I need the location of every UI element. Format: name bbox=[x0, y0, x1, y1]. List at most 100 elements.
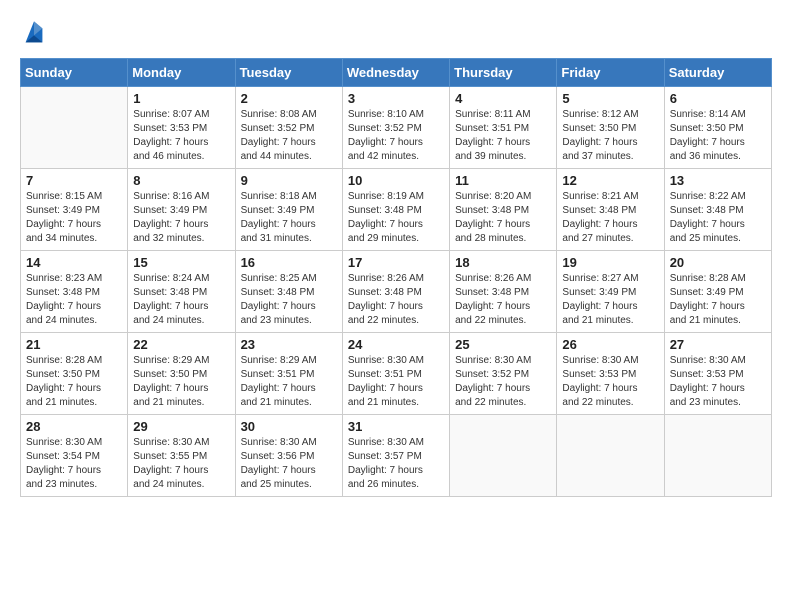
day-info: Sunrise: 8:16 AM Sunset: 3:49 PM Dayligh… bbox=[133, 190, 229, 246]
calendar-week-row: 7 Sunrise: 8:15 AM Sunset: 3:49 PM Daylig… bbox=[21, 169, 772, 251]
day-info: Sunrise: 8:22 AM Sunset: 3:48 PM Dayligh… bbox=[670, 190, 766, 246]
day-number: 7 bbox=[26, 173, 122, 188]
day-info: Sunrise: 8:30 AM Sunset: 3:52 PM Dayligh… bbox=[455, 354, 551, 410]
day-info: Sunrise: 8:30 AM Sunset: 3:51 PM Dayligh… bbox=[348, 354, 444, 410]
calendar-cell: 30Sunrise: 8:30 AM Sunset: 3:56 PM Dayli… bbox=[235, 415, 342, 497]
day-info: Sunrise: 8:30 AM Sunset: 3:57 PM Dayligh… bbox=[348, 436, 444, 492]
calendar-header-saturday: Saturday bbox=[664, 59, 771, 87]
calendar-cell: 8 Sunrise: 8:16 AM Sunset: 3:49 PM Daylig… bbox=[128, 169, 235, 251]
calendar-week-row: 14 Sunrise: 8:23 AM Sunset: 3:48 PM Dayli… bbox=[21, 251, 772, 333]
calendar-cell: 21 Sunrise: 8:28 AM Sunset: 3:50 PM Dayli… bbox=[21, 333, 128, 415]
calendar-cell bbox=[450, 415, 557, 497]
day-number: 1 bbox=[133, 91, 229, 106]
day-number: 2 bbox=[241, 91, 337, 106]
day-info: Sunrise: 8:26 AM Sunset: 3:48 PM Dayligh… bbox=[455, 272, 551, 328]
day-info: Sunrise: 8:30 AM Sunset: 3:55 PM Dayligh… bbox=[133, 436, 229, 492]
day-info: Sunrise: 8:26 AM Sunset: 3:48 PM Dayligh… bbox=[348, 272, 444, 328]
calendar-header-row: SundayMondayTuesdayWednesdayThursdayFrid… bbox=[21, 59, 772, 87]
logo-icon bbox=[20, 20, 48, 48]
day-number: 8 bbox=[133, 173, 229, 188]
day-info: Sunrise: 8:21 AM Sunset: 3:48 PM Dayligh… bbox=[562, 190, 658, 246]
day-number: 31 bbox=[348, 419, 444, 434]
day-info: Sunrise: 8:30 AM Sunset: 3:53 PM Dayligh… bbox=[670, 354, 766, 410]
day-number: 29 bbox=[133, 419, 229, 434]
day-number: 22 bbox=[133, 337, 229, 352]
calendar-cell: 15 Sunrise: 8:24 AM Sunset: 3:48 PM Dayli… bbox=[128, 251, 235, 333]
day-number: 6 bbox=[670, 91, 766, 106]
calendar-header-tuesday: Tuesday bbox=[235, 59, 342, 87]
calendar-cell: 31 Sunrise: 8:30 AM Sunset: 3:57 PM Dayli… bbox=[342, 415, 449, 497]
calendar-header-monday: Monday bbox=[128, 59, 235, 87]
day-number: 18 bbox=[455, 255, 551, 270]
calendar-cell: 27 Sunrise: 8:30 AM Sunset: 3:53 PM Dayli… bbox=[664, 333, 771, 415]
calendar-cell: 9Sunrise: 8:18 AM Sunset: 3:49 PM Daylig… bbox=[235, 169, 342, 251]
page-header bbox=[20, 20, 772, 48]
day-number: 19 bbox=[562, 255, 658, 270]
calendar-header-thursday: Thursday bbox=[450, 59, 557, 87]
calendar-cell: 18 Sunrise: 8:26 AM Sunset: 3:48 PM Dayli… bbox=[450, 251, 557, 333]
calendar-cell: 26Sunrise: 8:30 AM Sunset: 3:53 PM Dayli… bbox=[557, 333, 664, 415]
calendar-header-wednesday: Wednesday bbox=[342, 59, 449, 87]
day-number: 14 bbox=[26, 255, 122, 270]
calendar-cell bbox=[557, 415, 664, 497]
day-info: Sunrise: 8:12 AM Sunset: 3:50 PM Dayligh… bbox=[562, 108, 658, 164]
calendar-cell: 20 Sunrise: 8:28 AM Sunset: 3:49 PM Dayli… bbox=[664, 251, 771, 333]
day-number: 25 bbox=[455, 337, 551, 352]
day-info: Sunrise: 8:23 AM Sunset: 3:48 PM Dayligh… bbox=[26, 272, 122, 328]
day-info: Sunrise: 8:27 AM Sunset: 3:49 PM Dayligh… bbox=[562, 272, 658, 328]
day-info: Sunrise: 8:30 AM Sunset: 3:56 PM Dayligh… bbox=[241, 436, 337, 492]
calendar-cell: 22 Sunrise: 8:29 AM Sunset: 3:50 PM Dayli… bbox=[128, 333, 235, 415]
day-info: Sunrise: 8:25 AM Sunset: 3:48 PM Dayligh… bbox=[241, 272, 337, 328]
day-number: 4 bbox=[455, 91, 551, 106]
day-number: 11 bbox=[455, 173, 551, 188]
calendar-cell: 17 Sunrise: 8:26 AM Sunset: 3:48 PM Dayli… bbox=[342, 251, 449, 333]
day-number: 21 bbox=[26, 337, 122, 352]
calendar-cell: 3 Sunrise: 8:10 AM Sunset: 3:52 PM Daylig… bbox=[342, 87, 449, 169]
calendar-cell: 28 Sunrise: 8:30 AM Sunset: 3:54 PM Dayli… bbox=[21, 415, 128, 497]
day-info: Sunrise: 8:28 AM Sunset: 3:50 PM Dayligh… bbox=[26, 354, 122, 410]
day-info: Sunrise: 8:30 AM Sunset: 3:54 PM Dayligh… bbox=[26, 436, 122, 492]
calendar-cell: 12 Sunrise: 8:21 AM Sunset: 3:48 PM Dayli… bbox=[557, 169, 664, 251]
day-info: Sunrise: 8:29 AM Sunset: 3:50 PM Dayligh… bbox=[133, 354, 229, 410]
day-info: Sunrise: 8:19 AM Sunset: 3:48 PM Dayligh… bbox=[348, 190, 444, 246]
day-info: Sunrise: 8:29 AM Sunset: 3:51 PM Dayligh… bbox=[241, 354, 337, 410]
calendar-header-friday: Friday bbox=[557, 59, 664, 87]
day-number: 23 bbox=[241, 337, 337, 352]
calendar-cell: 1 Sunrise: 8:07 AM Sunset: 3:53 PM Daylig… bbox=[128, 87, 235, 169]
day-info: Sunrise: 8:08 AM Sunset: 3:52 PM Dayligh… bbox=[241, 108, 337, 164]
day-number: 3 bbox=[348, 91, 444, 106]
day-number: 17 bbox=[348, 255, 444, 270]
day-info: Sunrise: 8:10 AM Sunset: 3:52 PM Dayligh… bbox=[348, 108, 444, 164]
calendar-cell: 6 Sunrise: 8:14 AM Sunset: 3:50 PM Daylig… bbox=[664, 87, 771, 169]
day-number: 13 bbox=[670, 173, 766, 188]
day-number: 10 bbox=[348, 173, 444, 188]
day-info: Sunrise: 8:07 AM Sunset: 3:53 PM Dayligh… bbox=[133, 108, 229, 164]
calendar-cell: 23 Sunrise: 8:29 AM Sunset: 3:51 PM Dayli… bbox=[235, 333, 342, 415]
calendar-cell: 7 Sunrise: 8:15 AM Sunset: 3:49 PM Daylig… bbox=[21, 169, 128, 251]
day-number: 20 bbox=[670, 255, 766, 270]
day-info: Sunrise: 8:15 AM Sunset: 3:49 PM Dayligh… bbox=[26, 190, 122, 246]
calendar-week-row: 1 Sunrise: 8:07 AM Sunset: 3:53 PM Daylig… bbox=[21, 87, 772, 169]
calendar-cell: 4Sunrise: 8:11 AM Sunset: 3:51 PM Daylig… bbox=[450, 87, 557, 169]
calendar-cell: 13 Sunrise: 8:22 AM Sunset: 3:48 PM Dayli… bbox=[664, 169, 771, 251]
day-number: 24 bbox=[348, 337, 444, 352]
calendar-cell: 2 Sunrise: 8:08 AM Sunset: 3:52 PM Daylig… bbox=[235, 87, 342, 169]
logo bbox=[20, 20, 52, 48]
day-number: 12 bbox=[562, 173, 658, 188]
day-info: Sunrise: 8:18 AM Sunset: 3:49 PM Dayligh… bbox=[241, 190, 337, 246]
calendar-cell bbox=[21, 87, 128, 169]
day-info: Sunrise: 8:28 AM Sunset: 3:49 PM Dayligh… bbox=[670, 272, 766, 328]
calendar-cell: 5 Sunrise: 8:12 AM Sunset: 3:50 PM Daylig… bbox=[557, 87, 664, 169]
day-number: 15 bbox=[133, 255, 229, 270]
day-number: 28 bbox=[26, 419, 122, 434]
day-number: 27 bbox=[670, 337, 766, 352]
day-number: 26 bbox=[562, 337, 658, 352]
calendar-cell: 25 Sunrise: 8:30 AM Sunset: 3:52 PM Dayli… bbox=[450, 333, 557, 415]
calendar-cell: 11Sunrise: 8:20 AM Sunset: 3:48 PM Dayli… bbox=[450, 169, 557, 251]
day-info: Sunrise: 8:24 AM Sunset: 3:48 PM Dayligh… bbox=[133, 272, 229, 328]
day-info: Sunrise: 8:14 AM Sunset: 3:50 PM Dayligh… bbox=[670, 108, 766, 164]
calendar-cell bbox=[664, 415, 771, 497]
day-number: 5 bbox=[562, 91, 658, 106]
calendar-cell: 14 Sunrise: 8:23 AM Sunset: 3:48 PM Dayli… bbox=[21, 251, 128, 333]
calendar-week-row: 21 Sunrise: 8:28 AM Sunset: 3:50 PM Dayli… bbox=[21, 333, 772, 415]
